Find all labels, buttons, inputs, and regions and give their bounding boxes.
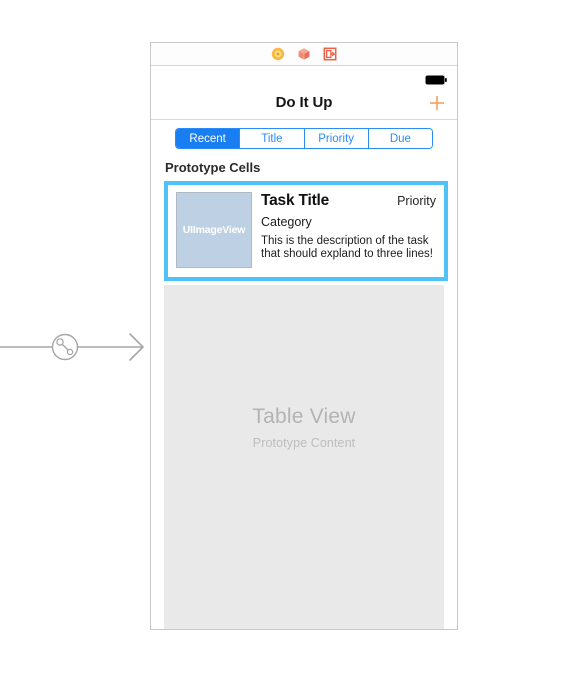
relationship-segue[interactable]: [0, 325, 152, 369]
segment-recent[interactable]: Recent: [176, 129, 241, 148]
sort-segmented-control[interactable]: Recent Title Priority Due: [175, 128, 433, 149]
plus-icon: [430, 95, 444, 110]
cell-category-label: Category: [261, 215, 312, 229]
cell-task-title: Task Title: [261, 192, 330, 209]
storyboard-scene-frame: Do It Up Recent Title Priority Due Proto…: [150, 42, 458, 630]
table-view[interactable]: Table View Prototype Content: [164, 285, 444, 629]
prototype-cell[interactable]: UIImageView Task Title Priority Category…: [168, 185, 444, 277]
uiimageview-placeholder[interactable]: UIImageView: [176, 192, 252, 268]
table-view-title: Table View: [252, 405, 356, 428]
table-view-container: Table View Prototype Content: [151, 281, 457, 629]
table-view-subtitle: Prototype Content: [252, 436, 356, 450]
prototype-cells-header: Prototype Cells: [151, 157, 457, 181]
exit-icon[interactable]: [323, 47, 338, 62]
table-view-placeholder: Table View Prototype Content: [252, 405, 355, 450]
segment-title[interactable]: Title: [240, 129, 305, 148]
uiimageview-label: UIImageView: [182, 224, 246, 236]
badge-circle-top: [56, 338, 64, 346]
segmented-control-container: Recent Title Priority Due: [151, 120, 457, 157]
add-task-button[interactable]: [426, 92, 448, 114]
scene-dock: [151, 43, 457, 66]
navigation-bar: Do It Up: [151, 86, 457, 120]
segment-priority[interactable]: Priority: [304, 129, 369, 148]
badge-circle-bottom: [66, 348, 74, 356]
segment-due[interactable]: Due: [368, 129, 432, 148]
cell-title-row: Task Title Priority: [261, 192, 436, 210]
view-controller-icon[interactable]: [271, 47, 286, 62]
cell-priority-label: Priority: [397, 194, 436, 208]
cell-body: Task Title Priority Category This is the…: [252, 192, 436, 268]
page-title: Do It Up: [275, 94, 333, 111]
first-responder-icon[interactable]: [297, 47, 312, 62]
segue-arrow-svg: [0, 333, 145, 361]
cell-description-label: This is the description of the task that…: [261, 235, 433, 261]
status-bar: [151, 66, 457, 86]
prototype-cell-selection-outline[interactable]: UIImageView Task Title Priority Category…: [164, 181, 448, 281]
